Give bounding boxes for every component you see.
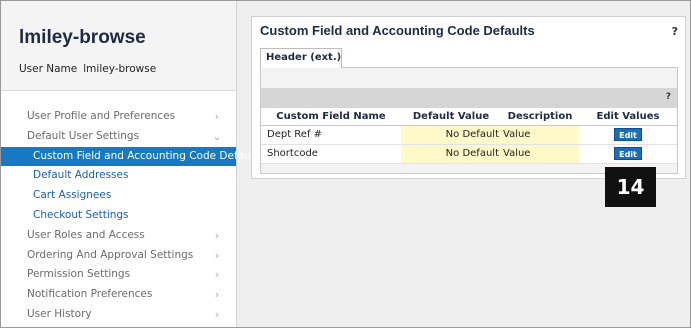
description: Value [501, 144, 579, 164]
custom-field-name: Dept Ref # [261, 125, 401, 145]
sidebar-item-label: Notification Preferences [27, 288, 153, 301]
sidebar-item-label: Cart Assignees [33, 189, 112, 202]
sidebar-item-checkout-settings[interactable]: Checkout Settings [1, 206, 236, 226]
custom-field-table: Custom Field Name Default Value Descript… [261, 108, 677, 164]
sidebar-item-label: User Roles and Access [27, 228, 145, 241]
step-number-badge: 14 [605, 167, 656, 207]
help-icon[interactable]: ? [666, 92, 671, 102]
sidebar: lmiley-browse User Name lmiley-browse Use… [1, 1, 263, 327]
column-header-description: Description [501, 108, 579, 126]
sidebar-item-notification-preferences[interactable]: Notification Preferences › [1, 285, 236, 305]
edit-cell: Edit [579, 125, 677, 145]
sidebar-item-default-user-settings[interactable]: Default User Settings ⌄ [1, 127, 236, 147]
sidebar-item-label: Default User Settings [27, 129, 140, 142]
column-header-custom-field-name: Custom Field Name [261, 108, 401, 126]
sidebar-item-permission-settings[interactable]: Permission Settings › [1, 265, 236, 285]
chevron-right-icon: › [214, 307, 220, 321]
sidebar-item-label: User History [27, 307, 92, 320]
default-value: No Default [401, 125, 501, 145]
chevron-right-icon: › [214, 288, 220, 302]
user-title: lmiley-browse [19, 27, 146, 48]
user-name-value: lmiley-browse [83, 63, 157, 75]
tab-header-ext[interactable]: Header (ext.) [260, 48, 342, 68]
edit-button[interactable]: Edit [614, 128, 642, 141]
sidebar-item-cart-assignees[interactable]: Cart Assignees [1, 186, 236, 206]
sidebar-item-label: Custom Field and Accounting Code Default… [33, 149, 264, 162]
default-value: No Default [401, 144, 501, 164]
help-icon[interactable]: ? [672, 25, 678, 38]
sidebar-item-default-addresses[interactable]: Default Addresses [1, 166, 236, 186]
sidebar-header: lmiley-browse User Name lmiley-browse [1, 1, 236, 91]
sidebar-item-label: User Profile and Preferences [27, 110, 176, 122]
panel-title: Custom Field and Accounting Code Default… [260, 23, 535, 38]
sidebar-menu: User Profile and Preferences › Default U… [1, 107, 263, 325]
column-header-edit-values: Edit Values [579, 108, 677, 126]
tab-content: ? Custom Field Name Default Value Descri… [260, 67, 678, 174]
sidebar-item-label: Ordering And Approval Settings [27, 248, 194, 261]
user-name-row: User Name lmiley-browse [19, 63, 156, 75]
user-name-label: User Name [19, 63, 78, 75]
chevron-right-icon: › [214, 248, 220, 262]
sidebar-item-custom-field-defaults[interactable]: Custom Field and Accounting Code Default… [1, 146, 263, 167]
chevron-down-icon: ⌄ [212, 129, 222, 143]
sidebar-item-user-history[interactable]: User History › [1, 305, 236, 325]
description: Value [501, 125, 579, 145]
table-row: Dept Ref # No Default Value Edit [261, 125, 677, 145]
column-header-default-value: Default Value [401, 108, 501, 126]
sidebar-item-ordering-approval[interactable]: Ordering And Approval Settings › [1, 246, 236, 266]
sidebar-item-user-profile[interactable]: User Profile and Preferences › [1, 107, 236, 127]
sidebar-item-label: Permission Settings [27, 268, 131, 281]
table-header-row: Custom Field Name Default Value Descript… [261, 108, 677, 126]
sidebar-item-label: Default Addresses [33, 169, 129, 182]
edit-cell: Edit [579, 144, 677, 164]
edit-button[interactable]: Edit [614, 147, 642, 160]
app-window: lmiley-browse User Name lmiley-browse Use… [0, 0, 691, 328]
custom-field-name: Shortcode [261, 144, 401, 164]
sidebar-item-user-roles[interactable]: User Roles and Access › [1, 226, 236, 246]
chevron-right-icon: › [214, 110, 220, 123]
sidebar-item-label: Checkout Settings [33, 208, 129, 221]
chevron-right-icon: › [214, 268, 220, 282]
chevron-right-icon: › [214, 228, 220, 242]
table-toolbar: ? [261, 88, 677, 108]
table-row: Shortcode No Default Value Edit [261, 144, 677, 164]
custom-field-panel: Custom Field and Accounting Code Default… [251, 16, 686, 179]
